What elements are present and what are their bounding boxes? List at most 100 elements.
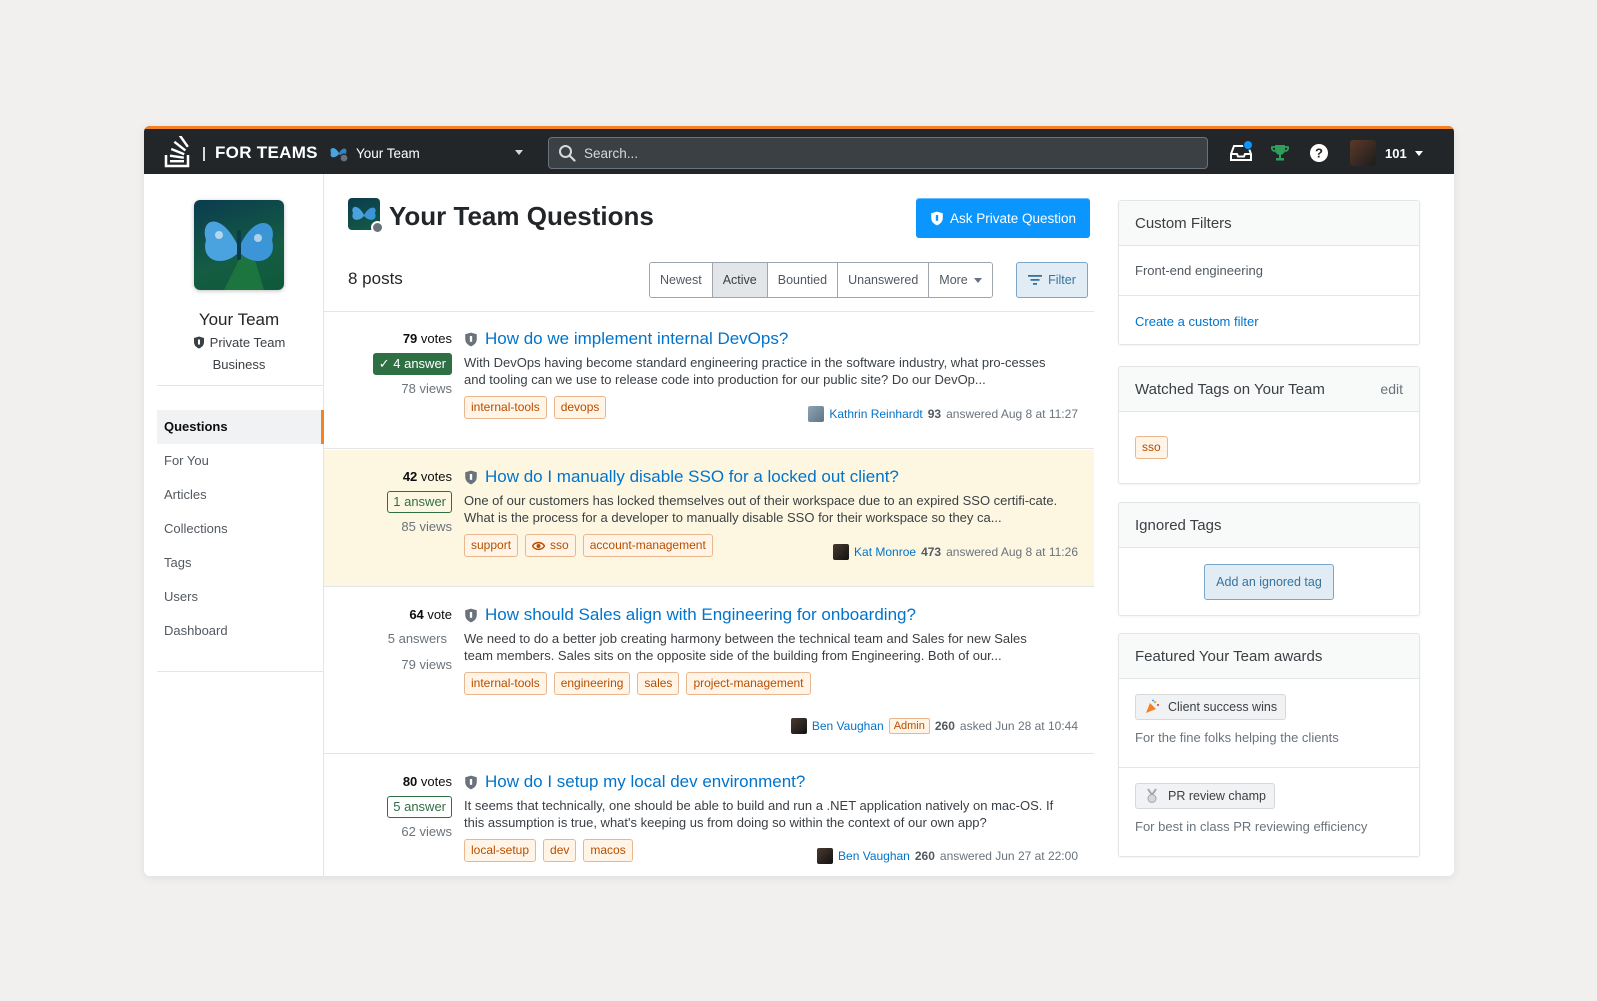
award-badge[interactable]: Client success wins: [1135, 694, 1287, 720]
question-row: 79 votes ✓ 4 answer 78 views How do we i…: [324, 312, 1094, 449]
question-excerpt: With DevOps having become standard engin…: [464, 355, 1046, 387]
svg-text:?: ?: [1315, 146, 1323, 161]
user-avatar[interactable]: [1350, 140, 1376, 166]
app-window: FOR TEAMS Your Team Search... ? 101 Your…: [144, 126, 1454, 876]
nav-users[interactable]: Users: [157, 580, 324, 614]
tag[interactable]: sso: [1135, 435, 1168, 459]
ask-question-label: Ask Private Question: [949, 210, 1077, 226]
tag[interactable]: engineering: [553, 672, 631, 695]
sort-unanswered[interactable]: Unanswered: [838, 263, 930, 297]
award-description: For the fine folks helping the clients: [1135, 730, 1339, 745]
create-filter-link[interactable]: Create a custom filter: [1119, 296, 1419, 344]
sort-newest[interactable]: Newest: [650, 263, 713, 297]
main-content: Your Team Questions Ask Private Question…: [324, 174, 1094, 876]
tag[interactable]: internal-tools: [464, 396, 547, 419]
search-box[interactable]: [548, 137, 1208, 169]
shield-icon: [465, 608, 477, 622]
question-stats: 80 votes 5 answer 62 views: [348, 771, 452, 843]
inbox-button[interactable]: [1227, 139, 1255, 167]
shield-icon: [465, 470, 477, 484]
question-title[interactable]: How do I manually disable SSO for a lock…: [464, 466, 1059, 488]
activity-time: answered Jun 27 at 22:00: [939, 849, 1078, 863]
divider: [157, 385, 324, 386]
team-switcher[interactable]: Your Team: [328, 140, 523, 166]
user-avatar[interactable]: [833, 544, 850, 560]
answer-count: 1 answer: [387, 491, 452, 513]
help-button[interactable]: ?: [1305, 139, 1333, 167]
nav-for-you[interactable]: For You: [157, 444, 324, 478]
user-name[interactable]: Kat Monroe: [854, 545, 916, 559]
question-body: How should Sales align with Engineering …: [464, 604, 1059, 695]
tag[interactable]: local-setup: [464, 839, 537, 862]
user-reputation: 473: [921, 545, 942, 559]
nav-dashboard[interactable]: Dashboard: [157, 614, 324, 648]
question-excerpt: It seems that technically, one should be…: [464, 798, 1054, 830]
card-title: Ignored Tags: [1135, 517, 1222, 534]
question-title-text[interactable]: How do I setup my local dev environment?: [485, 772, 805, 792]
user-name[interactable]: Ben Vaughan: [838, 849, 910, 863]
chevron-down-icon[interactable]: [1414, 150, 1423, 156]
nav-collections[interactable]: Collections: [157, 512, 324, 546]
tag[interactable]: support: [464, 534, 519, 557]
add-ignored-tag-button[interactable]: Add an ignored tag: [1204, 564, 1334, 600]
question-title-text[interactable]: How should Sales align with Engineering …: [485, 605, 916, 625]
tag[interactable]: project-management: [686, 672, 811, 695]
awards-card: Featured Your Team awards Client success…: [1118, 633, 1420, 857]
tag[interactable]: devops: [553, 396, 607, 419]
question-excerpt: One of our customers has locked themselv…: [464, 493, 1058, 525]
watched-tag-list: sso: [1119, 412, 1419, 482]
user-name[interactable]: Kathrin Reinhardt: [829, 407, 922, 421]
tag[interactable]: macos: [583, 839, 633, 862]
question-stats: 79 votes ✓ 4 answer 78 views: [348, 328, 452, 400]
tag[interactable]: dev: [543, 839, 577, 862]
award-badge[interactable]: PR review champ: [1135, 783, 1275, 809]
vote-count: 79 votes: [402, 331, 452, 346]
create-filter-label[interactable]: Create a custom filter: [1135, 314, 1259, 329]
achievements-button[interactable]: [1266, 139, 1294, 167]
lock-icon: [371, 221, 384, 234]
sort-active[interactable]: Active: [712, 263, 768, 297]
user-avatar[interactable]: [808, 406, 825, 422]
question-title[interactable]: How should Sales align with Engineering …: [464, 604, 1059, 626]
notification-dot: [1243, 140, 1253, 150]
user-avatar[interactable]: [817, 848, 834, 864]
edit-link[interactable]: edit: [1380, 367, 1403, 411]
ask-question-button[interactable]: Ask Private Question: [916, 198, 1090, 238]
user-reputation[interactable]: 101: [1385, 146, 1407, 161]
custom-filter-item[interactable]: Front-end engineering: [1119, 246, 1419, 296]
tag-label: sso: [550, 538, 569, 552]
user-reputation: 93: [927, 407, 942, 421]
tag-watched[interactable]: sso: [525, 534, 576, 557]
tag[interactable]: sales: [637, 672, 680, 695]
team-butterfly-icon: [330, 148, 349, 163]
user-avatar[interactable]: [790, 718, 807, 734]
search-icon: [559, 145, 576, 162]
nav-tags[interactable]: Tags: [157, 546, 324, 580]
tag[interactable]: account-management: [582, 534, 713, 557]
card-header: Ignored Tags: [1119, 503, 1419, 548]
card-title: Custom Filters: [1135, 215, 1232, 232]
team-type-label: Private Team: [209, 335, 286, 350]
user-name[interactable]: Ben Vaughan: [812, 719, 884, 733]
sort-bountied[interactable]: Bountied: [767, 263, 839, 297]
filter-button[interactable]: Filter: [1016, 262, 1088, 298]
chevron-down-icon: [515, 150, 523, 155]
question-meta: Ben Vaughan 260 answered Jun 27 at 22:00: [817, 848, 1078, 864]
question-title[interactable]: How do I setup my local dev environment?: [464, 771, 1059, 793]
nav-articles[interactable]: Articles: [157, 478, 324, 512]
card-header: Featured Your Team awards: [1119, 634, 1419, 679]
left-nav: Questions For You Articles Collections T…: [157, 410, 324, 648]
stack-overflow-logo-icon[interactable]: [164, 136, 192, 168]
tag[interactable]: internal-tools: [464, 672, 547, 695]
search-input[interactable]: [584, 145, 1184, 161]
question-title[interactable]: How do we implement internal DevOps?: [464, 328, 1059, 350]
card-title: Watched Tags on Your Team: [1135, 381, 1325, 398]
question-title-text[interactable]: How do I manually disable SSO for a lock…: [485, 467, 899, 487]
sort-more[interactable]: More: [929, 263, 992, 297]
answer-count: ✓ 4 answer: [372, 353, 452, 375]
question-title-text[interactable]: How do we implement internal DevOps?: [485, 329, 788, 349]
team-type: Private Team: [144, 335, 334, 350]
team-logo[interactable]: [194, 200, 284, 290]
custom-filters-card: Custom Filters Front-end engineering Cre…: [1118, 200, 1420, 345]
nav-questions[interactable]: Questions: [157, 410, 324, 444]
